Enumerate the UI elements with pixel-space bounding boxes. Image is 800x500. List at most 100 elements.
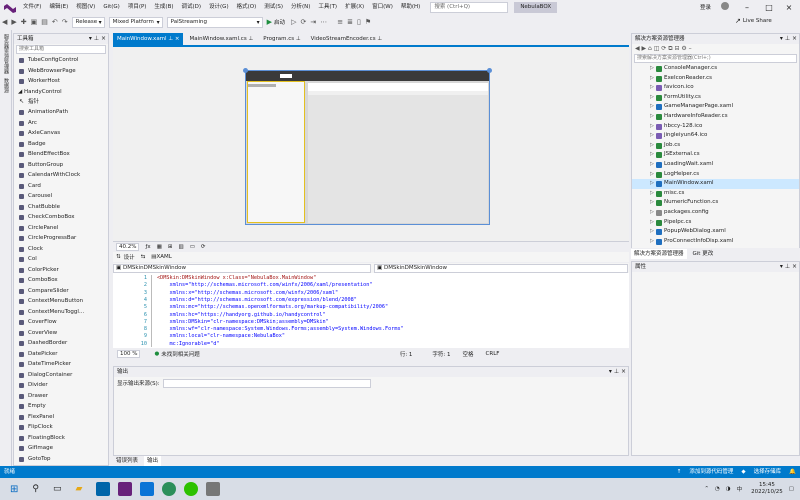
pin-icon[interactable]: ▾ ⊥ × [609,367,626,377]
minimize-button[interactable]: – [736,0,758,15]
solution-file-item[interactable]: ▷ ConsoleManager.cs [632,64,799,74]
menu-item[interactable]: 生成(B) [150,0,177,15]
toolbox-item[interactable]: AxleCanvas [14,128,108,139]
toolbox-item[interactable]: Clock [14,244,108,255]
toolbox-item[interactable]: GifImage [14,443,108,454]
menu-item[interactable]: 文件(F) [19,0,45,15]
toolbox-item[interactable]: CheckComboBox [14,212,108,223]
expand-arrow-icon[interactable]: ▷ [650,179,654,189]
wifi-icon[interactable]: ◔ [715,486,720,492]
data-sources-tab[interactable]: 数据源 [3,78,10,93]
pin-icon[interactable]: ▾ ⊥ × [780,34,797,44]
expand-arrow-icon[interactable]: ▷ [650,83,654,93]
toolbox-item[interactable]: DateTimePicker [14,359,108,370]
solution-file-item[interactable]: ▷ PopupWebDialog.xaml [632,227,799,237]
solution-tab[interactable]: 解决方案资源管理器 [631,248,687,259]
expand-arrow-icon[interactable]: ▷ [650,64,654,74]
notification-center-icon[interactable]: ▢ [789,486,794,492]
align-left-icon[interactable]: ≡ [337,18,343,26]
expand-arrow-icon[interactable]: ▷ [650,160,654,170]
refresh-icon[interactable]: ⟳ [201,244,206,250]
expand-arrow-icon[interactable]: ▷ [650,189,654,199]
solution-file-item[interactable]: ▷ Job.cs [632,141,799,151]
maximize-button[interactable]: □ [758,0,780,15]
solution-file-item[interactable]: ▷ packages.config [632,208,799,218]
visual-studio-icon[interactable] [118,482,133,496]
expand-arrow-icon[interactable]: ▷ [650,112,654,122]
signin-link[interactable]: 登录 [700,3,711,11]
solution-tab[interactable]: Git 更改 [690,249,717,259]
forward-icon[interactable]: ▶ [11,18,16,26]
expand-arrow-icon[interactable]: ▷ [650,93,654,103]
toolbox-item[interactable]: ComboBox [14,275,108,286]
expand-arrow-icon[interactable]: ▷ [650,74,654,84]
volume-icon[interactable]: ◑ [726,486,731,492]
solution-file-item[interactable]: ▷ LoadingWait.xaml [632,160,799,170]
input-language[interactable]: 中 [737,485,743,493]
snap-icon[interactable]: ⊞ [168,244,173,250]
document-tab[interactable]: MainWindow.xaml.cs ⊥ [185,33,257,45]
solution-file-item[interactable]: ▷ HardwareInfoReader.cs [632,112,799,122]
expand-arrow-icon[interactable]: ▷ [650,150,654,160]
toolbox-item[interactable]: DatePicker [14,349,108,360]
search-input[interactable]: 搜索 (Ctrl+Q) [430,2,509,13]
toolbox-search-input[interactable]: 搜索工具箱 [16,45,106,54]
code-line[interactable]: xmlns:d="http://schemas.microsoft.com/ex… [157,297,356,303]
expand-arrow-icon[interactable]: ▷ [650,227,654,237]
comment-icon[interactable]: ▯ [357,18,361,26]
task-view-icon[interactable]: ▭ [53,484,62,494]
code-line[interactable]: xmlns:DMSkin="clr-namespace:DMSkin;assem… [157,319,328,325]
code-line[interactable]: xmlns:wf="clr-namespace:System.Windows.F… [157,326,403,332]
toolbox-item[interactable]: GotoTop [14,454,108,465]
file-explorer-icon[interactable]: ▰ [76,484,83,494]
notification-icon[interactable]: 🔔 [789,466,796,478]
fx-icon[interactable]: ƒx [145,244,150,250]
output-source-select[interactable] [162,378,371,388]
device-icon[interactable]: ▭ [190,244,195,250]
menu-item[interactable]: 窗口(W) [368,0,397,15]
tab-pin-icon[interactable]: ⊥ [247,36,253,42]
solution-toolbar-icons[interactable]: ◀ ▶ ⌂ ◫ ⟳ ⧉ ⊟ ⚙ – [632,44,799,53]
indent-mode[interactable]: 空格 [463,350,474,358]
issues-status[interactable]: 未找到相关问题 [161,350,200,358]
toolbox-item[interactable]: DashedBorder [14,338,108,349]
type-nav-select[interactable]: ▣ DMSkinDMSkinWindow [113,263,371,273]
toolbox-item[interactable]: FlexPanel [14,412,108,423]
design-tab[interactable]: 设计 [124,253,135,261]
toolbox-item[interactable]: CirclePanel [14,223,108,234]
menu-item[interactable]: 帮助(H) [397,0,424,15]
vscode-icon[interactable] [96,482,111,496]
toolbox-item[interactable]: CircleProgressBar [14,233,108,244]
document-tab[interactable]: VideoStreamEncoder.cs ⊥ [307,33,386,45]
toolbox-item[interactable]: WorkerHost [14,76,108,87]
resize-handle-icon[interactable] [243,68,248,73]
toolbox-item[interactable]: ButtonGroup [14,160,108,171]
start-icon[interactable]: ▶ [267,18,272,26]
liveshare-button[interactable]: ↗ Live Share [735,17,772,25]
app-blue-icon[interactable] [140,482,155,496]
solution-file-item[interactable]: ▷ misc.cs [632,189,799,199]
expand-arrow-icon[interactable]: ▷ [650,122,654,132]
grid-icon[interactable]: ▦ [157,244,162,250]
resize-handle-icon[interactable] [487,68,492,73]
swap-icon[interactable]: ⇆ [141,254,146,260]
wechat-icon[interactable] [184,482,199,496]
toolbox-item[interactable]: WebBrowserPage [14,66,108,77]
toolbox-item[interactable]: CompareSlider [14,286,108,297]
close-button[interactable]: × [778,0,800,15]
solution-file-item[interactable]: ▷ ProConnectInfoDisp.xaml [632,237,799,247]
expand-arrow-icon[interactable]: ▷ [650,218,654,228]
menu-item[interactable]: 编辑(E) [45,0,72,15]
toolbox-item[interactable]: Card [14,181,108,192]
menu-item[interactable]: 格式(O) [233,0,261,15]
pin-icon[interactable]: ▾ ⊥ × [89,34,106,44]
solution-file-item[interactable]: ▷ NumericFunction.cs [632,198,799,208]
server-explorer-tab[interactable]: 服务器资源管理器 [3,34,10,74]
code-line[interactable]: xmlns="http://schemas.microsoft.com/winf… [157,282,372,288]
back-icon[interactable]: ◀ [2,18,7,26]
document-tab[interactable]: Program.cs ⊥ [259,33,304,45]
menu-item[interactable]: Git(G) [99,0,124,15]
toolbox-item[interactable]: CalendarWithClock [14,170,108,181]
tab-pin-icon[interactable]: ⊥ × [167,36,179,42]
select-repo[interactable]: 选择存储库 [754,466,782,478]
